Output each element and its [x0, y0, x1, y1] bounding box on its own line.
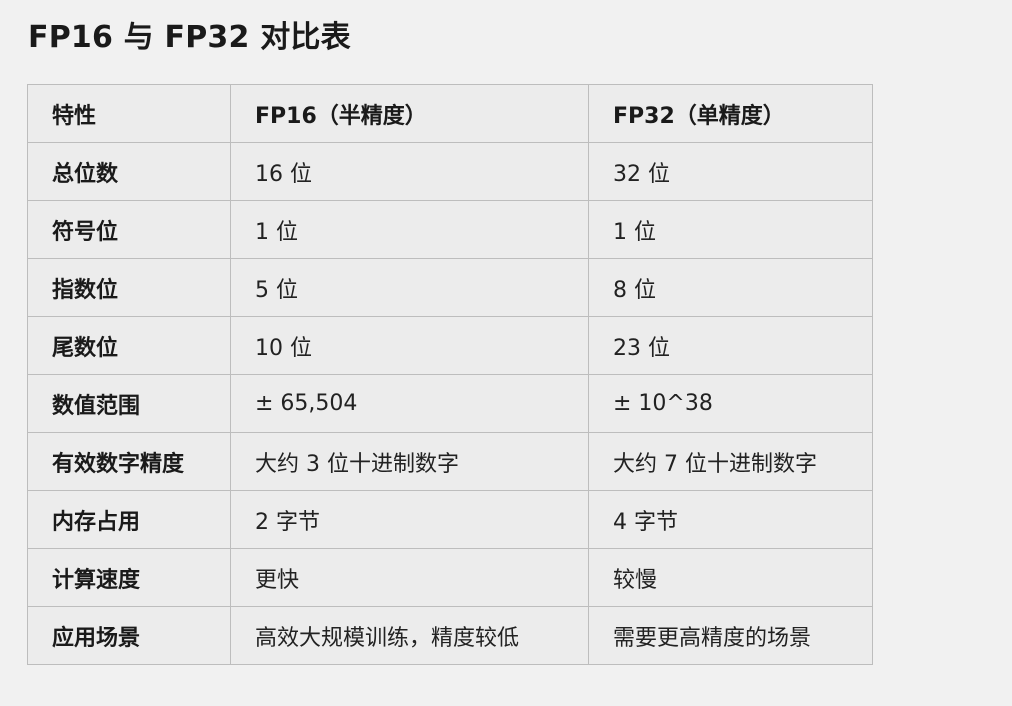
- fp16-cell: 大约 3 位十进制数字: [230, 432, 589, 491]
- header-fp16: FP16（半精度）: [230, 84, 589, 143]
- fp16-cell: 2 字节: [230, 490, 589, 549]
- row-label: 内存占用: [27, 490, 231, 549]
- fp32-cell: ± 10^38: [588, 374, 873, 433]
- table-row: 内存占用 2 字节 4 字节: [27, 490, 873, 549]
- row-label: 计算速度: [27, 548, 231, 607]
- table-row: 数值范围 ± 65,504 ± 10^38: [27, 374, 873, 433]
- table-row: 总位数 16 位 32 位: [27, 142, 873, 201]
- fp32-cell: 1 位: [588, 200, 873, 259]
- page-title: FP16 与 FP32 对比表: [28, 20, 351, 55]
- header-fp32: FP32（单精度）: [588, 84, 873, 143]
- fp16-cell: 高效大规模训练，精度较低: [230, 606, 589, 665]
- fp16-cell: 16 位: [230, 142, 589, 201]
- table-row: 计算速度 更快 较慢: [27, 548, 873, 607]
- row-label: 指数位: [27, 258, 231, 317]
- row-label: 有效数字精度: [27, 432, 231, 491]
- table-row: 指数位 5 位 8 位: [27, 258, 873, 317]
- fp32-cell: 4 字节: [588, 490, 873, 549]
- row-label: 数值范围: [27, 374, 231, 433]
- fp16-cell: ± 65,504: [230, 374, 589, 433]
- fp16-cell: 5 位: [230, 258, 589, 317]
- fp16-cell: 10 位: [230, 316, 589, 375]
- table-row: 应用场景 高效大规模训练，精度较低 需要更高精度的场景: [27, 606, 873, 665]
- row-label: 符号位: [27, 200, 231, 259]
- table-row: 符号位 1 位 1 位: [27, 200, 873, 259]
- table-row: 尾数位 10 位 23 位: [27, 316, 873, 375]
- fp16-cell: 1 位: [230, 200, 589, 259]
- fp32-cell: 23 位: [588, 316, 873, 375]
- table-header-row: 特性 FP16（半精度） FP32（单精度）: [27, 84, 873, 143]
- fp32-cell: 大约 7 位十进制数字: [588, 432, 873, 491]
- row-label: 尾数位: [27, 316, 231, 375]
- fp32-cell: 32 位: [588, 142, 873, 201]
- fp32-cell: 8 位: [588, 258, 873, 317]
- fp16-cell: 更快: [230, 548, 589, 607]
- row-label: 应用场景: [27, 606, 231, 665]
- fp32-cell: 较慢: [588, 548, 873, 607]
- row-label: 总位数: [27, 142, 231, 201]
- header-feature: 特性: [27, 84, 231, 143]
- fp32-cell: 需要更高精度的场景: [588, 606, 873, 665]
- comparison-table: 特性 FP16（半精度） FP32（单精度） 总位数 16 位 32 位 符号位…: [27, 84, 873, 665]
- table-row: 有效数字精度 大约 3 位十进制数字 大约 7 位十进制数字: [27, 432, 873, 491]
